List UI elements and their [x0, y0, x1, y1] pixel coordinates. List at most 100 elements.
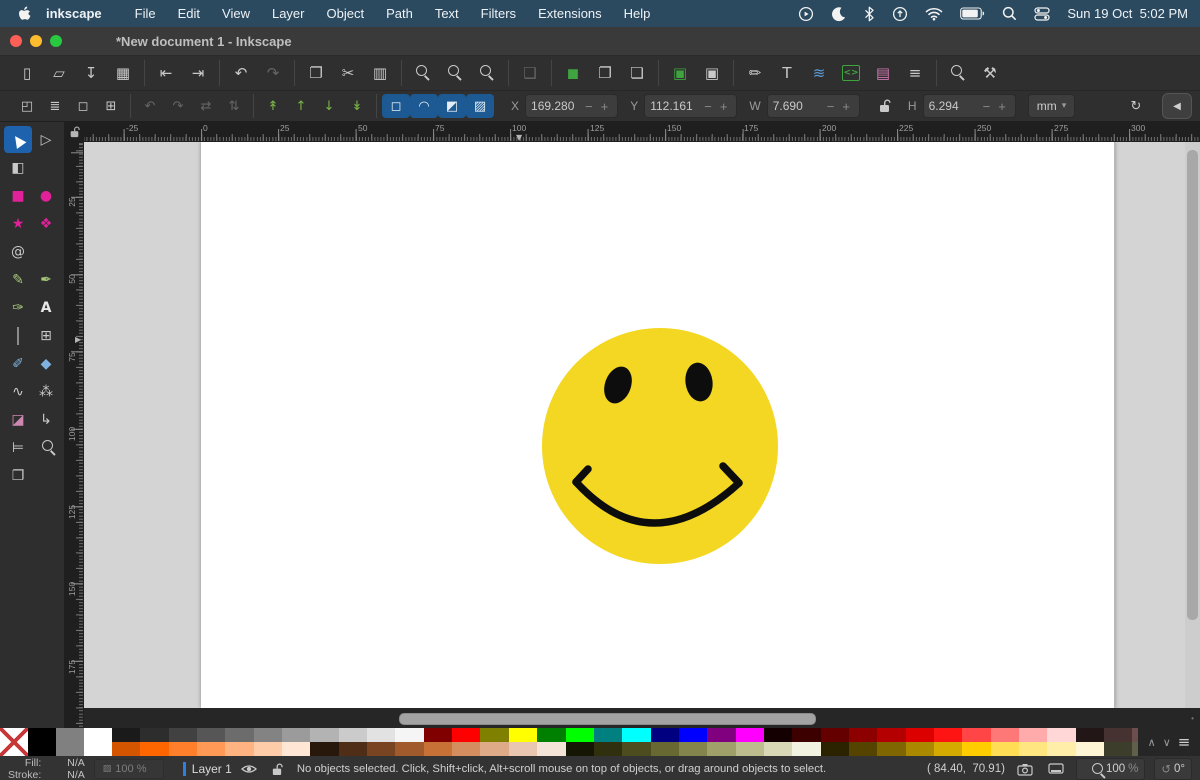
unlink-clone-icon[interactable]: ❏: [621, 60, 653, 86]
zoom-selection-icon[interactable]: [471, 60, 503, 86]
apple-menu-icon[interactable]: [18, 6, 32, 22]
menu-item[interactable]: View: [211, 6, 261, 21]
palette-swatch[interactable]: [480, 728, 509, 742]
height-value[interactable]: 6.294: [929, 99, 979, 113]
control-center-icon[interactable]: [1034, 6, 1050, 21]
palette-swatch[interactable]: [933, 742, 963, 756]
unit-dropdown[interactable]: mm ▾: [1027, 94, 1076, 118]
y-decrement-button[interactable]: −: [700, 99, 716, 114]
deselect-icon[interactable]: ◻: [69, 94, 97, 118]
menu-item[interactable]: Text: [424, 6, 470, 21]
y-field[interactable]: 112.161 − +: [644, 94, 738, 118]
menu-item[interactable]: Help: [613, 6, 662, 21]
layer-lock-icon[interactable]: [266, 763, 288, 776]
paint-bucket-tool[interactable]: ◆: [32, 350, 60, 377]
connector-tool[interactable]: ↳: [32, 406, 60, 433]
box-3d-tool[interactable]: ❖: [32, 210, 60, 237]
palette-swatch[interactable]: [508, 742, 538, 756]
palette-swatch[interactable]: [678, 728, 708, 742]
palette-swatch[interactable]: [395, 742, 424, 756]
pages-tool[interactable]: ❐: [4, 462, 32, 489]
battery-icon[interactable]: [960, 7, 985, 20]
gray-swatch[interactable]: [56, 728, 84, 756]
palette-swatch[interactable]: [338, 742, 368, 756]
white-swatch[interactable]: [84, 728, 112, 756]
palette-menu-button[interactable]: ≡: [1178, 733, 1191, 751]
height-decrement-button[interactable]: −: [979, 99, 995, 114]
palette-swatch[interactable]: [1019, 742, 1048, 756]
palette-swatch[interactable]: [310, 728, 339, 742]
flip-vertical-icon[interactable]: ⇅: [220, 94, 248, 118]
xml-editor-icon[interactable]: <>: [835, 60, 867, 86]
text-tool[interactable]: A: [32, 294, 60, 321]
palette-swatch[interactable]: [848, 728, 878, 742]
menu-item[interactable]: File: [124, 6, 167, 21]
zoom-page-icon[interactable]: [439, 60, 471, 86]
palette-swatch[interactable]: [140, 742, 169, 756]
width-field[interactable]: 7.690 − +: [766, 94, 860, 118]
palette-swatch[interactable]: [537, 728, 566, 742]
close-window-button[interactable]: [10, 35, 22, 47]
move-as-group-toggle[interactable]: ◻: [382, 94, 410, 118]
clone-icon[interactable]: ❐: [589, 60, 621, 86]
spray-tool[interactable]: ⁂: [32, 378, 60, 405]
transform-gradient-toggle[interactable]: ▨: [466, 94, 494, 118]
menu-item[interactable]: Edit: [167, 6, 211, 21]
palette-swatch[interactable]: [593, 728, 623, 742]
align-dialog-icon[interactable]: ≡: [899, 60, 931, 86]
selection-box-icon[interactable]: ⊞: [97, 94, 125, 118]
lock-ratio-icon[interactable]: [874, 99, 896, 113]
dropper-tool[interactable]: ✐: [4, 350, 32, 377]
height-field[interactable]: 6.294 − +: [922, 94, 1016, 118]
palette-swatch[interactable]: [480, 742, 509, 756]
rotation-value[interactable]: 0°: [1174, 763, 1185, 775]
zoom-value[interactable]: 100: [1106, 763, 1125, 775]
palette-swatch[interactable]: [877, 728, 906, 742]
ruler-corner[interactable]: [64, 122, 84, 142]
palette-swatch[interactable]: [763, 742, 793, 756]
width-value[interactable]: 7.690: [773, 99, 823, 113]
export-icon[interactable]: ⇥: [182, 60, 214, 86]
eraser-tool[interactable]: ◪: [4, 406, 32, 433]
palette-swatch[interactable]: [990, 728, 1019, 742]
palette-swatch[interactable]: [707, 728, 736, 742]
duplicate-icon[interactable]: ◼: [557, 60, 589, 86]
rotate-cw-icon[interactable]: ↷: [164, 94, 192, 118]
fill-stroke-indicator[interactable]: Fill: N/A Stroke: N/A: [8, 757, 85, 780]
palette-swatch[interactable]: [253, 742, 283, 756]
y-value[interactable]: 112.161: [650, 99, 700, 113]
palette-swatch[interactable]: [508, 728, 538, 742]
zoom-tool[interactable]: [32, 434, 60, 461]
palette-swatch[interactable]: [1047, 742, 1076, 756]
x-increment-button[interactable]: +: [597, 99, 613, 114]
undo-icon[interactable]: ↶: [225, 60, 257, 86]
redo-icon[interactable]: ↷: [257, 60, 289, 86]
spiral-tool[interactable]: @: [4, 238, 32, 265]
palette-swatch[interactable]: [1019, 728, 1048, 742]
palette-swatch[interactable]: [962, 742, 991, 756]
camera-icon[interactable]: [1014, 763, 1036, 776]
palette-swatch[interactable]: [565, 742, 594, 756]
x-value[interactable]: 169.280: [531, 99, 581, 113]
zoom-drawing-icon[interactable]: [407, 60, 439, 86]
smiley-head[interactable]: [542, 328, 778, 564]
text-dialog-icon[interactable]: T: [771, 60, 803, 86]
import-icon[interactable]: ⇤: [150, 60, 182, 86]
transform-corners-toggle[interactable]: ◩: [438, 94, 466, 118]
fill-stroke-icon[interactable]: ✏: [739, 60, 771, 86]
palette-swatch[interactable]: [593, 742, 623, 756]
palette-swatch[interactable]: [168, 728, 198, 742]
palette-swatch[interactable]: [112, 742, 141, 756]
tweak-tool[interactable]: ∿: [4, 378, 32, 405]
x-decrement-button[interactable]: −: [581, 99, 597, 114]
palette-swatch[interactable]: [962, 728, 991, 742]
transform-stroke-toggle[interactable]: ◠: [410, 94, 438, 118]
shape-builder-tool[interactable]: ◧: [4, 154, 32, 181]
node-tool[interactable]: ▷: [32, 126, 60, 153]
palette-swatch[interactable]: [877, 742, 906, 756]
star-tool[interactable]: ★: [4, 210, 32, 237]
open-document-icon[interactable]: ▱: [43, 60, 75, 86]
display-icon[interactable]: [1045, 762, 1067, 776]
current-layer-label[interactable]: Layer 1: [192, 762, 232, 776]
find-icon[interactable]: [942, 60, 974, 86]
